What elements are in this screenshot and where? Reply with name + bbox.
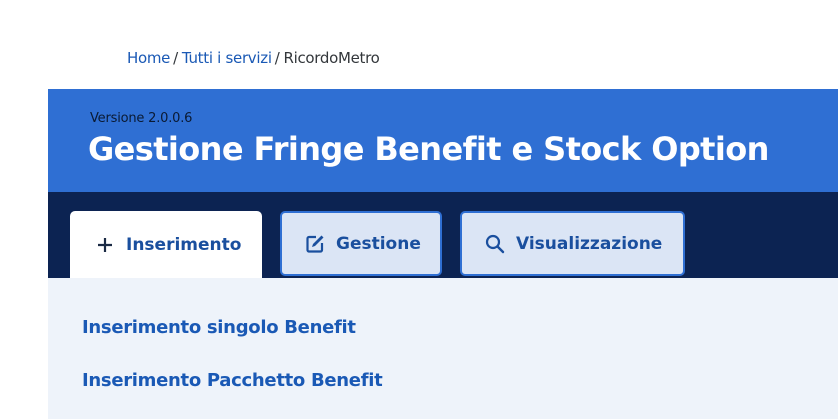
page-header: Versione 2.0.0.6 Gestione Fringe Benefit… — [48, 89, 838, 192]
edit-icon — [304, 233, 326, 255]
version-label: Versione 2.0.0.6 — [90, 111, 193, 126]
breadcrumb-separator: / — [173, 49, 178, 67]
search-icon — [484, 233, 506, 255]
breadcrumb-services-link[interactable]: Tutti i servizi — [182, 49, 272, 67]
tab-content-panel: Inserimento singolo Benefit Inserimento … — [48, 278, 838, 419]
tab-inserimento[interactable]: Inserimento — [70, 211, 262, 278]
breadcrumb: Home / Tutti i servizi / RicordoMetro — [127, 49, 380, 67]
tab-bar: Inserimento Gestione Visualizzazione — [48, 192, 838, 278]
tab-visualizzazione[interactable]: Visualizzazione — [460, 211, 685, 276]
tab-gestione[interactable]: Gestione — [280, 211, 442, 276]
breadcrumb-separator: / — [274, 49, 280, 67]
breadcrumb-home-link[interactable]: Home — [127, 49, 170, 67]
tab-label: Gestione — [336, 233, 421, 254]
plus-icon — [94, 234, 116, 256]
tab-label: Inserimento — [126, 234, 242, 255]
link-inserimento-singolo-benefit[interactable]: Inserimento singolo Benefit — [82, 317, 356, 338]
breadcrumb-current: RicordoMetro — [283, 49, 380, 67]
page-title: Gestione Fringe Benefit e Stock Option — [88, 130, 769, 168]
tab-label: Visualizzazione — [516, 233, 663, 254]
link-inserimento-pacchetto-benefit[interactable]: Inserimento Pacchetto Benefit — [82, 370, 383, 391]
